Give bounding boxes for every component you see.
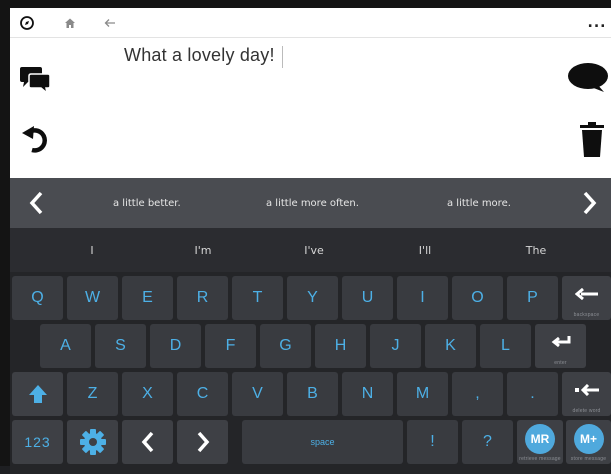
key-exclamation[interactable]: ! (407, 420, 458, 464)
key-d[interactable]: D (150, 324, 201, 368)
backspace-icon (574, 288, 598, 300)
key-c[interactable]: C (177, 372, 228, 416)
predictions-prev-button[interactable] (16, 178, 56, 228)
word-suggestion[interactable]: I'll (385, 228, 465, 272)
shift-key[interactable] (12, 372, 63, 416)
chevron-right-icon (197, 431, 209, 453)
settings-key[interactable] (67, 420, 118, 464)
key-l[interactable]: L (480, 324, 531, 368)
key-p[interactable]: P (507, 276, 558, 320)
key-k[interactable]: K (425, 324, 476, 368)
word-suggestion-bar: I I'm I've I'll The (10, 228, 611, 272)
key-question[interactable]: ? (462, 420, 513, 464)
retrieve-message-label: retrieve message (519, 456, 561, 462)
message-text[interactable]: What a lovely day! (124, 45, 275, 66)
cursor-right-key[interactable] (177, 420, 228, 464)
key-j[interactable]: J (370, 324, 421, 368)
word-suggestion[interactable]: I (52, 228, 132, 272)
key-b[interactable]: B (287, 372, 338, 416)
key-z[interactable]: Z (67, 372, 118, 416)
key-h[interactable]: H (315, 324, 366, 368)
delete-word-label: delete word (572, 408, 601, 414)
conversations-icon[interactable] (16, 62, 54, 98)
key-u[interactable]: U (342, 276, 393, 320)
key-period[interactable]: . (507, 372, 558, 416)
key-g[interactable]: G (260, 324, 311, 368)
key-r[interactable]: R (177, 276, 228, 320)
key-o[interactable]: O (452, 276, 503, 320)
key-w[interactable]: W (67, 276, 118, 320)
key-e[interactable]: E (122, 276, 173, 320)
home-icon[interactable] (60, 8, 80, 38)
key-n[interactable]: N (342, 372, 393, 416)
backspace-key[interactable]: backspace (562, 276, 611, 320)
key-t[interactable]: T (232, 276, 283, 320)
store-message-label: store message (570, 456, 607, 462)
delete-word-icon (574, 384, 599, 396)
key-x[interactable]: X (122, 372, 173, 416)
gear-icon (79, 429, 106, 455)
shift-icon (28, 385, 47, 403)
trash-icon[interactable] (575, 120, 609, 160)
key-i[interactable]: I (397, 276, 448, 320)
enter-key[interactable]: enter (535, 324, 586, 368)
retrieve-message-key[interactable]: MR retrieve message (517, 420, 563, 464)
enter-label: enter (554, 360, 567, 366)
word-suggestion[interactable]: I've (274, 228, 354, 272)
more-icon[interactable]: ... (585, 8, 609, 38)
delete-word-key[interactable]: delete word (562, 372, 611, 416)
store-message-key[interactable]: M+ store message (566, 420, 611, 464)
mplus-badge: M+ (573, 424, 604, 454)
enter-icon (551, 336, 570, 348)
text-caret (282, 46, 283, 68)
top-bar: ... (10, 8, 611, 38)
compose-area: What a lovely day! (10, 38, 611, 178)
predictions-next-button[interactable] (570, 178, 610, 228)
phrase-prediction[interactable]: a little more often. (266, 178, 359, 228)
key-m[interactable]: M (397, 372, 448, 416)
key-a[interactable]: A (40, 324, 91, 368)
mr-badge: MR (525, 424, 555, 454)
key-comma[interactable]: , (452, 372, 503, 416)
word-suggestion[interactable]: I'm (163, 228, 243, 272)
cursor-left-key[interactable] (122, 420, 173, 464)
key-q[interactable]: Q (12, 276, 63, 320)
backspace-label: backspace (573, 312, 600, 318)
phrase-prediction-bar: a little better. a little more often. a … (10, 178, 611, 228)
compass-icon[interactable] (16, 8, 38, 38)
keyboard: Q W E R T Y U I O P backspace A S D F G … (10, 272, 611, 474)
back-arrow-icon[interactable] (100, 8, 120, 38)
key-s[interactable]: S (95, 324, 146, 368)
speak-bubble-icon[interactable] (565, 60, 611, 96)
key-f[interactable]: F (205, 324, 256, 368)
app-window: ... What a lovely day! a little better. … (0, 0, 611, 474)
word-suggestion[interactable]: The (496, 228, 576, 272)
undo-icon[interactable] (18, 120, 54, 158)
phrase-prediction[interactable]: a little more. (447, 178, 511, 228)
key-y[interactable]: Y (287, 276, 338, 320)
numbers-key[interactable]: 123 (12, 420, 63, 464)
key-v[interactable]: V (232, 372, 283, 416)
space-key[interactable]: space (242, 420, 403, 464)
phrase-prediction[interactable]: a little better. (113, 178, 181, 228)
chevron-left-icon (141, 431, 153, 453)
